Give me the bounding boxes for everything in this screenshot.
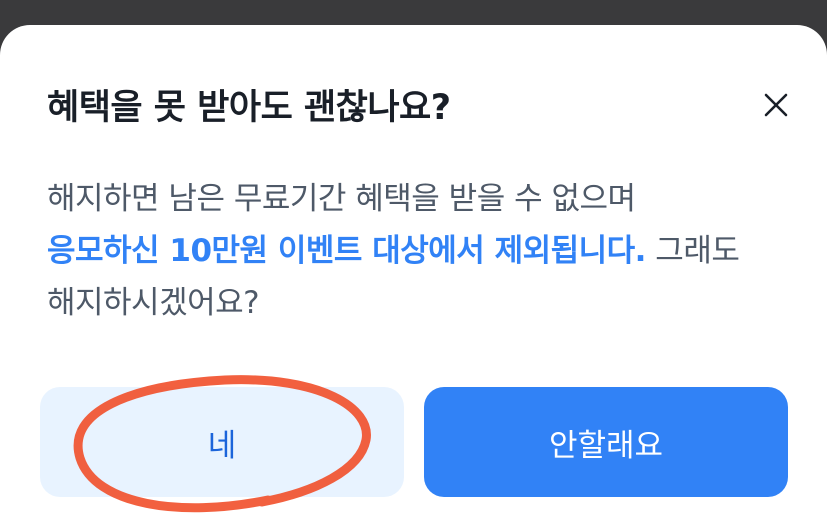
dialog-description: 해지하면 남은 무료기간 혜택을 받을 수 없으며 응모하신 10만원 이벤트 … xyxy=(47,173,787,329)
description-line-3: 해지하시겠어요? xyxy=(47,285,260,321)
confirm-cancel-subscription-button[interactable]: 네 xyxy=(40,387,404,497)
description-line-1: 해지하면 남은 무료기간 혜택을 받을 수 없으며 xyxy=(47,181,636,217)
bottom-sheet-dialog: 혜택을 못 받아도 괜찮나요? 해지하면 남은 무료기간 혜택을 받을 수 없으… xyxy=(0,25,827,530)
description-after-highlight: 그래도 xyxy=(645,233,740,269)
keep-subscription-button[interactable]: 안할래요 xyxy=(424,387,788,497)
dialog-title: 혜택을 못 받아도 괜찮나요? xyxy=(47,88,451,128)
description-highlight: 응모하신 10만원 이벤트 대상에서 제외됩니다. xyxy=(47,233,646,269)
close-icon[interactable] xyxy=(754,85,796,127)
